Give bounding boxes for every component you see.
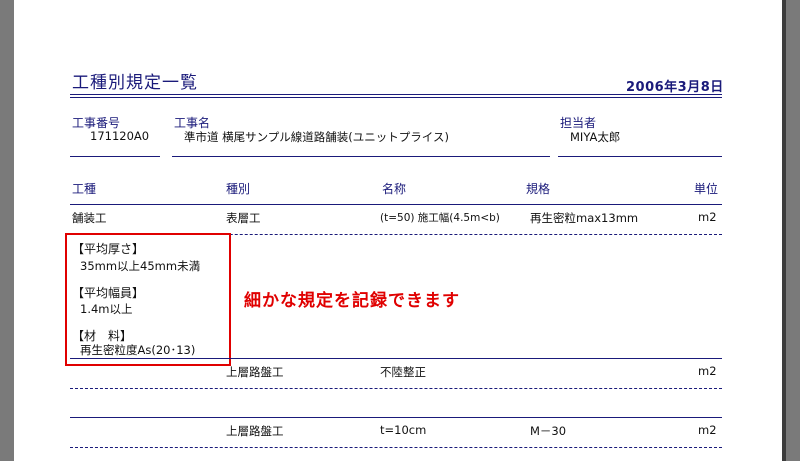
col-header-type: 種別 — [226, 182, 251, 196]
row3-top-divider — [70, 417, 722, 418]
row1-kind: 舗装工 — [72, 211, 107, 225]
report-page: 工種別規定一覧 2006年3月8日 工事番号 171120A0 工事名 準市道 … — [14, 0, 782, 461]
header-divider — [70, 204, 722, 205]
row1-spec: 再生密粒max13mm — [530, 211, 639, 225]
manager-value: MIYA太郎 — [570, 130, 621, 144]
row3-spec: M－30 — [530, 424, 567, 438]
col-header-kind: 工種 — [72, 182, 97, 196]
row3-divider — [70, 447, 722, 448]
title-divider — [70, 94, 722, 98]
project-name-value: 準市道 横尾サンプル線道路舗装(ユニットプライス) — [184, 130, 449, 144]
row3-name: t=10cm — [380, 423, 427, 437]
row2-divider — [70, 388, 722, 389]
page-title: 工種別規定一覧 — [72, 73, 198, 93]
report-date: 2006年3月8日 — [626, 80, 724, 95]
col-header-spec: 規格 — [526, 182, 551, 196]
col-header-unit: 単位 — [694, 182, 719, 196]
row1-type: 表層工 — [226, 211, 261, 225]
annotation-text: 細かな規定を記録できます — [244, 291, 460, 311]
row2-top-divider — [70, 358, 722, 359]
details-highlight-box — [65, 233, 231, 366]
col-header-name: 名称 — [382, 182, 407, 196]
project-name-underline — [172, 156, 550, 157]
row1-name: (t=50) 施工幅(4.5m<b) — [380, 212, 500, 224]
row2-unit: m2 — [698, 364, 717, 378]
project-number-value: 171120A0 — [90, 129, 150, 143]
row3-unit: m2 — [698, 423, 717, 437]
row3-type: 上層路盤工 — [226, 424, 284, 438]
row2-type: 上層路盤工 — [226, 365, 284, 379]
row1-unit: m2 — [698, 210, 717, 224]
row2-name: 不陸整正 — [380, 365, 426, 379]
manager-underline — [558, 156, 722, 157]
project-number-underline — [70, 156, 160, 157]
